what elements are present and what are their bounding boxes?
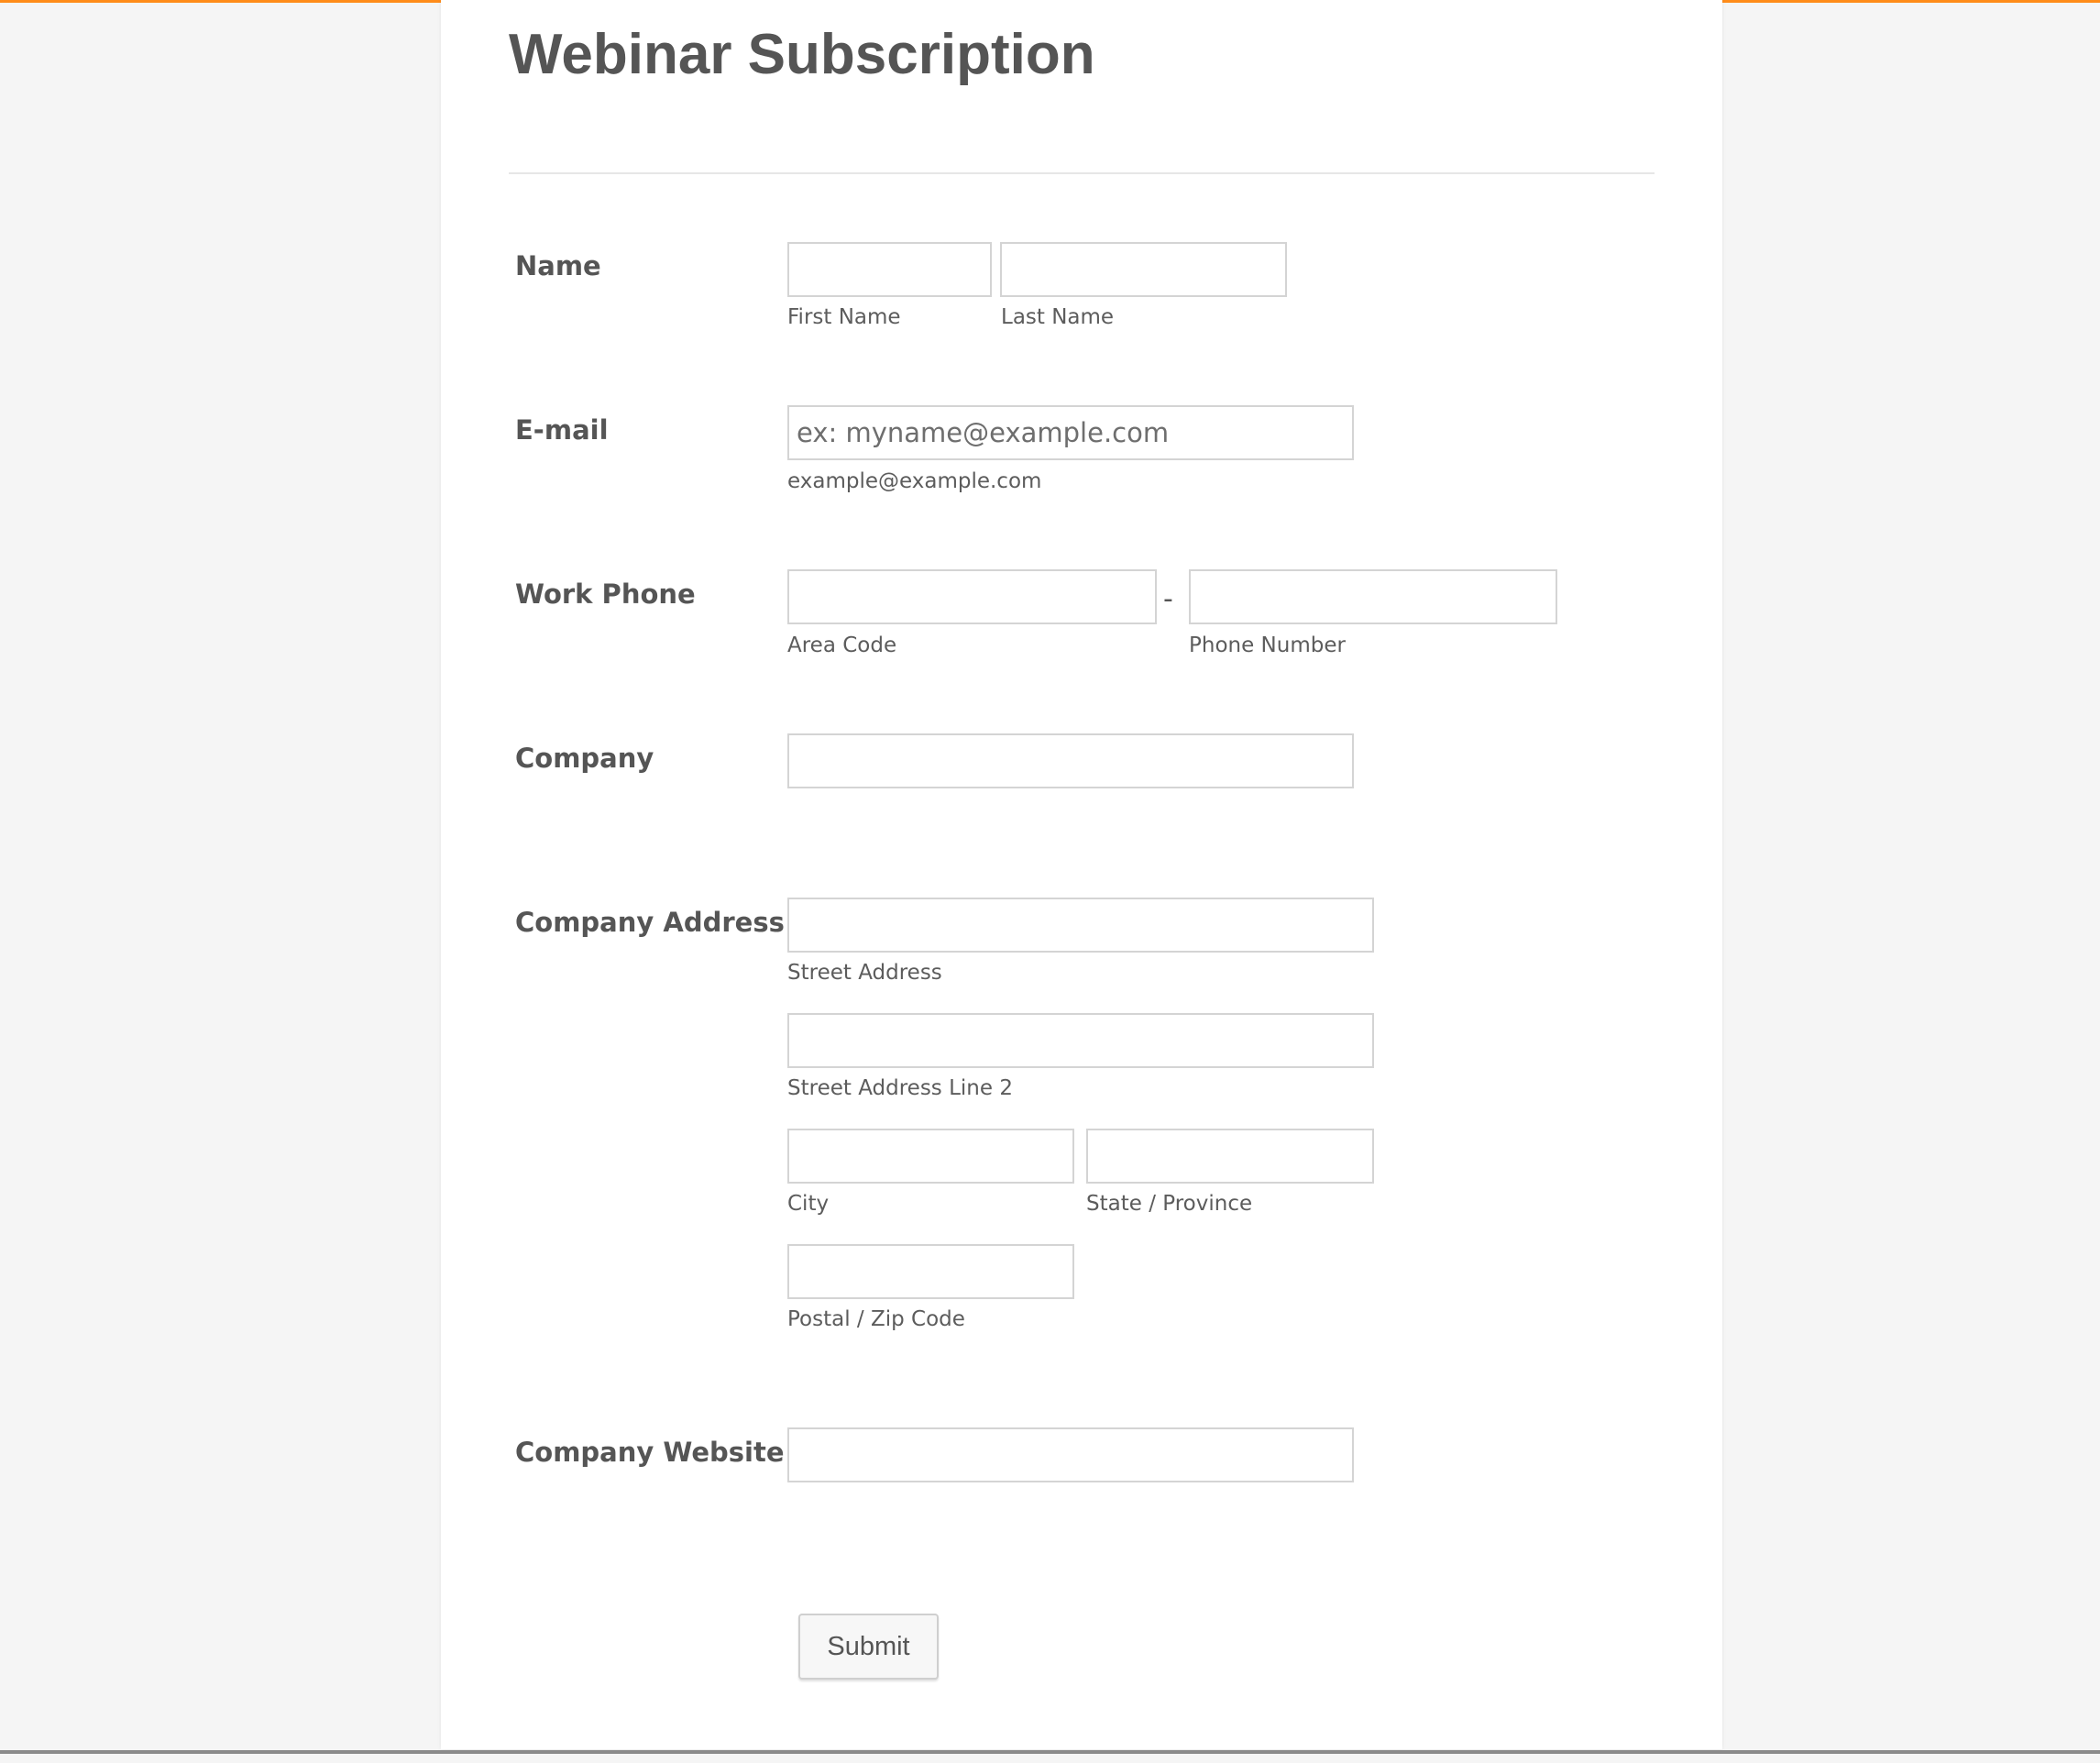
city-input[interactable] <box>787 1129 1074 1184</box>
name-label: Name <box>515 250 601 281</box>
company-website-input[interactable] <box>787 1427 1354 1482</box>
company-input[interactable] <box>787 733 1354 788</box>
phone-number-input[interactable] <box>1189 569 1557 624</box>
city-sublabel: City <box>787 1192 830 1216</box>
form-card: Webinar Subscription Name First Name Las… <box>441 0 1722 1749</box>
company-label: Company <box>515 743 654 774</box>
company-website-label: Company Website <box>515 1437 785 1468</box>
state-province-sublabel: State / Province <box>1086 1192 1253 1216</box>
email-sublabel: example@example.com <box>787 469 1042 493</box>
phone-separator: - <box>1163 583 1173 615</box>
work-phone-label: Work Phone <box>515 578 696 610</box>
phone-number-sublabel: Phone Number <box>1189 634 1346 657</box>
street-address-line2-input[interactable] <box>787 1013 1374 1068</box>
submit-button[interactable]: Submit <box>798 1614 939 1680</box>
postal-code-sublabel: Postal / Zip Code <box>787 1307 965 1331</box>
street-address-input[interactable] <box>787 898 1374 953</box>
street-address-sublabel: Street Address <box>787 961 942 985</box>
street-address-line2-sublabel: Street Address Line 2 <box>787 1076 1013 1100</box>
email-input[interactable] <box>787 405 1354 460</box>
form-title: Webinar Subscription <box>509 23 1095 86</box>
area-code-sublabel: Area Code <box>787 634 897 657</box>
last-name-input[interactable] <box>1000 242 1287 297</box>
area-code-input[interactable] <box>787 569 1157 624</box>
postal-code-input[interactable] <box>787 1244 1074 1299</box>
last-name-sublabel: Last Name <box>1001 305 1115 329</box>
title-divider <box>509 172 1655 174</box>
first-name-input[interactable] <box>787 242 992 297</box>
first-name-sublabel: First Name <box>787 305 901 329</box>
bottom-rule <box>0 1750 2100 1754</box>
email-label: E-mail <box>515 414 609 446</box>
state-province-input[interactable] <box>1086 1129 1374 1184</box>
company-address-label: Company Address <box>515 907 785 938</box>
